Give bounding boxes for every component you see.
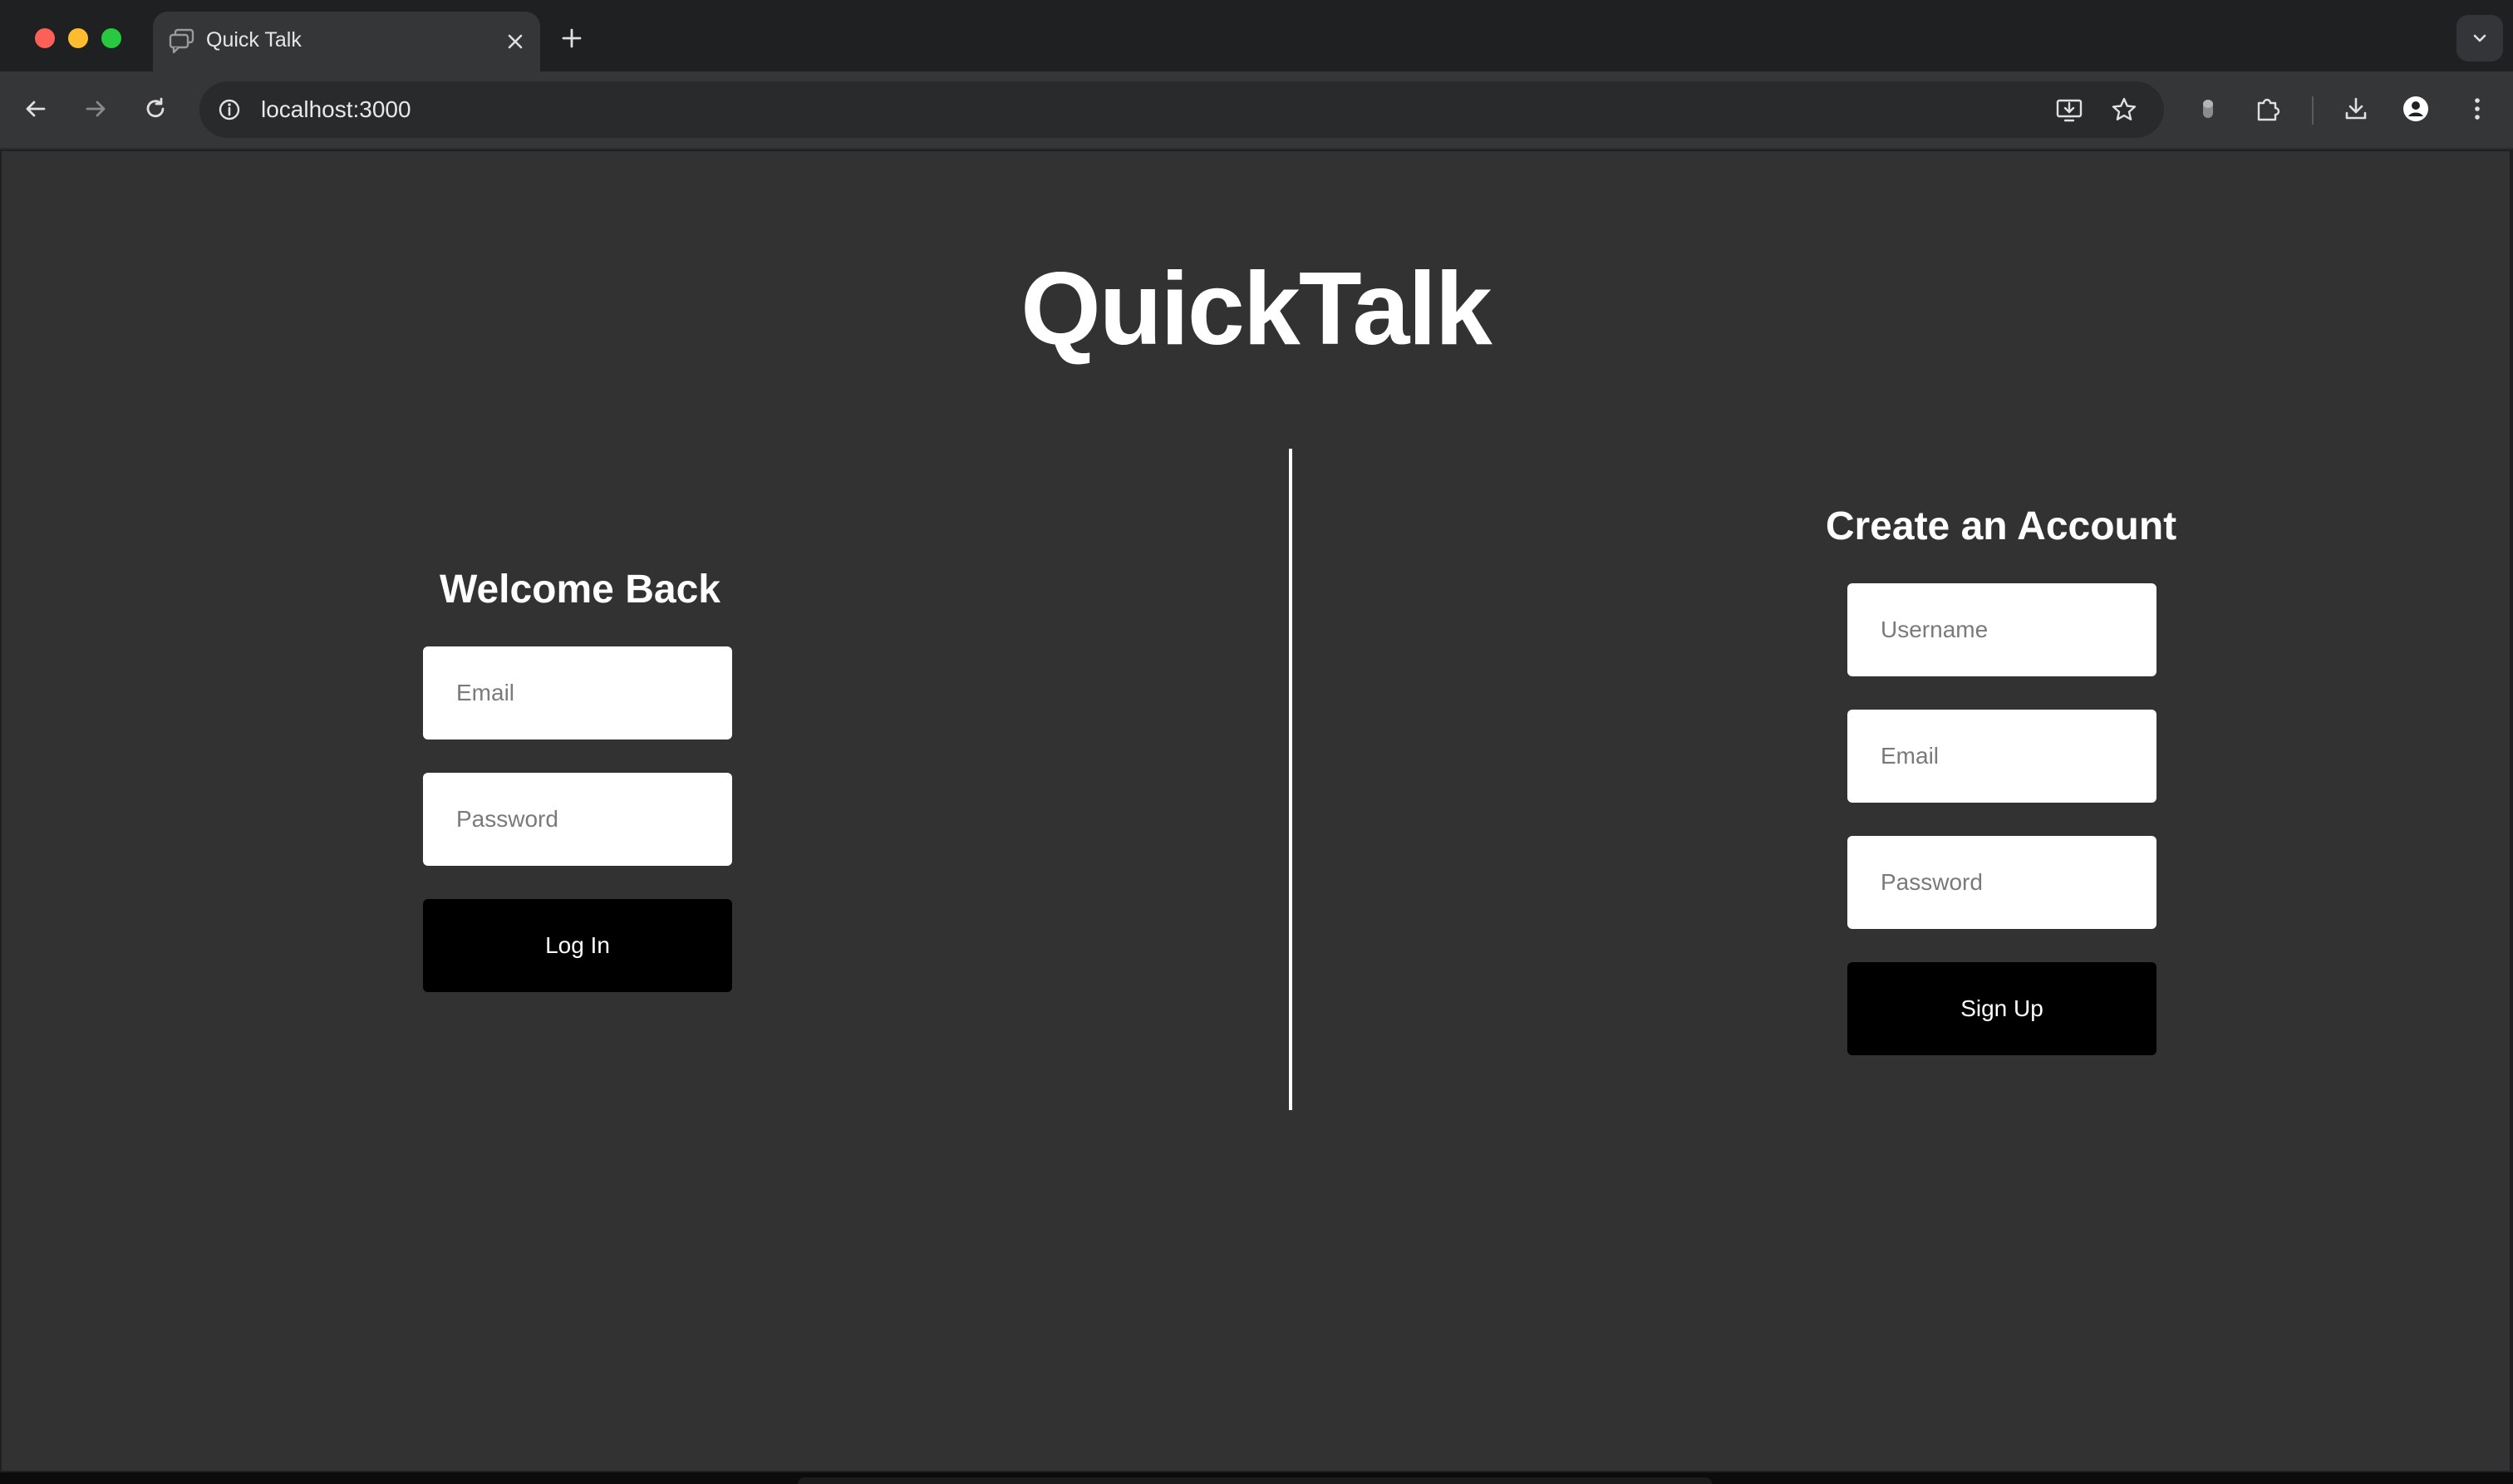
install-app-icon[interactable] <box>2053 93 2086 126</box>
signup-heading: Create an Account <box>1825 504 2177 548</box>
arrow-right-icon[interactable] <box>76 90 115 128</box>
maximize-window-button[interactable] <box>101 28 121 48</box>
star-icon[interactable] <box>2107 93 2141 126</box>
signup-password-field[interactable] <box>1847 836 2156 929</box>
reload-icon[interactable] <box>136 90 175 128</box>
chevron-down-icon[interactable] <box>2456 15 2503 61</box>
download-icon[interactable] <box>2337 90 2375 128</box>
minimize-window-button[interactable] <box>68 28 88 48</box>
chat-bubbles-icon <box>168 27 196 55</box>
close-window-button[interactable] <box>35 28 55 48</box>
profile-icon[interactable] <box>2397 90 2435 128</box>
url-text: localhost:3000 <box>261 96 411 122</box>
vertical-divider <box>1289 449 1292 1110</box>
signup-email-field[interactable] <box>1847 710 2156 803</box>
login-password-field[interactable] <box>423 773 732 866</box>
address-bar[interactable]: localhost:3000 <box>199 81 2164 138</box>
puzzle-icon[interactable] <box>2249 90 2287 128</box>
info-icon[interactable] <box>214 95 244 125</box>
page-content: QuickTalk Welcome Back Log In Create an … <box>2 151 2510 1471</box>
close-icon[interactable] <box>500 27 530 57</box>
extension-status-icon[interactable] <box>2189 90 2227 128</box>
dock-handle <box>798 1477 1712 1484</box>
toolbar-separator <box>2312 96 2314 125</box>
browser-tab[interactable]: Quick Talk <box>153 12 540 71</box>
tab-title: Quick Talk <box>206 28 302 52</box>
signup-username-field[interactable] <box>1847 583 2156 676</box>
login-heading: Welcome Back <box>440 568 720 612</box>
login-email-field[interactable] <box>423 646 732 740</box>
plus-icon[interactable] <box>555 22 588 55</box>
login-button[interactable]: Log In <box>423 899 732 992</box>
tab-strip: Quick Talk <box>0 0 2513 71</box>
browser-window: Quick Talk localhost:3000 QuickTalk Welc… <box>0 0 2513 1484</box>
browser-toolbar: localhost:3000 <box>0 71 2513 150</box>
app-title: QuickTalk <box>1020 252 1493 366</box>
signup-button[interactable]: Sign Up <box>1847 962 2156 1055</box>
kebab-menu-icon[interactable] <box>2458 90 2496 128</box>
arrow-left-icon[interactable] <box>17 90 55 128</box>
